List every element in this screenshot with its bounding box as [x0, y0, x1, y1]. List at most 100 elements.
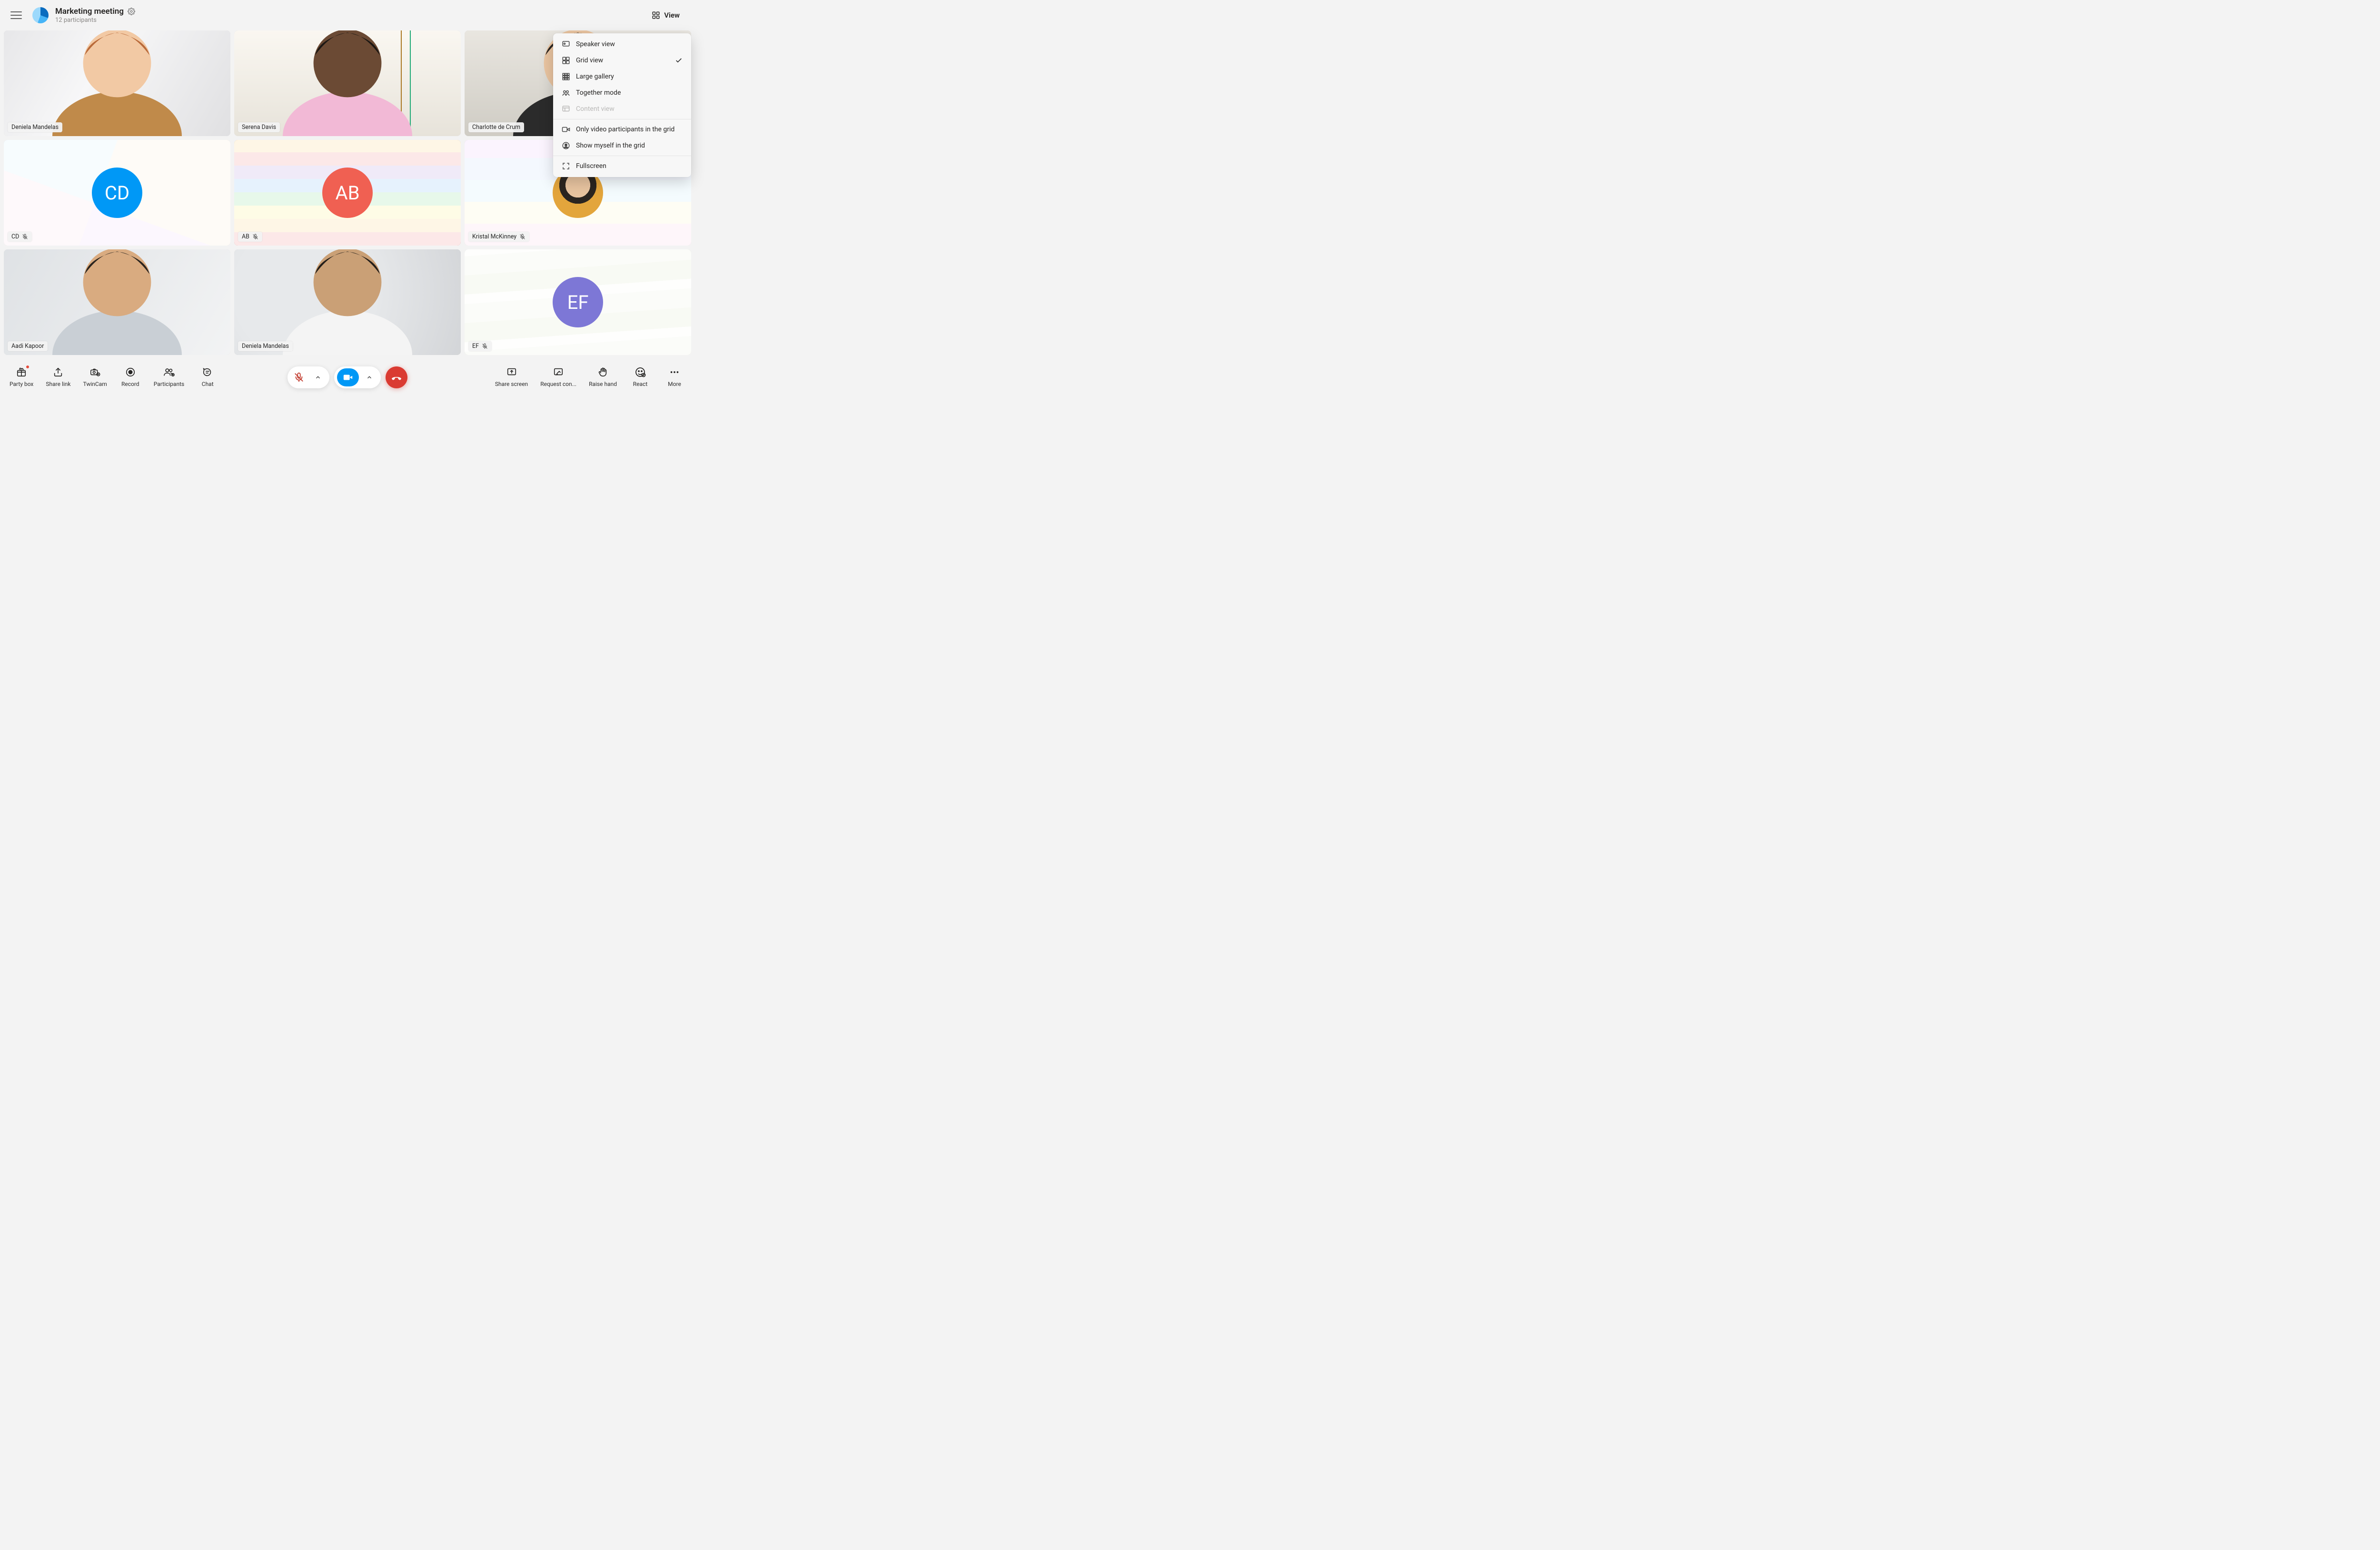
share-link-button[interactable]: Share link [46, 366, 70, 387]
view-menu-video-only[interactable]: Only video participants in the grid [553, 121, 691, 138]
participant-count: 12 participants [55, 17, 135, 24]
participant-name: Serena Davis [242, 124, 276, 131]
camera-toggle-button[interactable] [337, 368, 359, 386]
avatar-initials: EF [553, 277, 603, 327]
twincam-label: TwinCam [83, 381, 107, 387]
participants-button[interactable]: Participants [154, 366, 184, 387]
participant-name-label: Kristal McKinney [468, 232, 529, 242]
view-button-label: View [664, 11, 680, 20]
mic-off-icon [252, 234, 258, 240]
participant-tile[interactable]: Deniela Mandelas [234, 249, 461, 355]
view-menu-speaker[interactable]: Speaker view [553, 36, 691, 52]
content-icon [562, 105, 570, 113]
party-box-button[interactable]: Party box [10, 366, 33, 387]
view-menu-label: Large gallery [576, 73, 614, 80]
view-menu-large[interactable]: Large gallery [553, 69, 691, 85]
participant-name: CD [11, 233, 19, 240]
mic-control [288, 366, 329, 388]
share-screen-icon [506, 366, 518, 378]
react-icon [634, 366, 646, 378]
view-button[interactable]: View [647, 8, 684, 22]
twincam-icon [89, 366, 101, 378]
share-link-label: Share link [46, 381, 70, 387]
app-logo [32, 7, 49, 23]
share-screen-label: Share screen [495, 381, 528, 387]
call-controls [288, 366, 407, 388]
view-menu-label: Fullscreen [576, 162, 606, 170]
participant-tile[interactable]: EF EF [465, 249, 691, 355]
self-icon [562, 141, 570, 150]
react-button[interactable]: React [629, 366, 651, 387]
more-icon [668, 366, 681, 378]
view-menu-content: Content view [553, 101, 691, 117]
request-control-label: Request con... [540, 381, 576, 387]
party-box-label: Party box [10, 381, 33, 387]
view-menu-self[interactable]: Show myself in the grid [553, 138, 691, 154]
mic-off-icon [482, 343, 488, 349]
view-menu-label: Content view [576, 105, 615, 113]
share-screen-button[interactable]: Share screen [495, 366, 528, 387]
more-label: More [668, 381, 681, 387]
mic-off-icon [22, 234, 28, 240]
participant-name: EF [472, 343, 479, 350]
participant-name-label: Aadi Kapoor [8, 341, 48, 351]
raise-hand-label: Raise hand [589, 381, 617, 387]
participant-tile[interactable]: Aadi Kapoor [4, 249, 230, 355]
participant-name-label: Charlotte de Crum [468, 122, 524, 132]
view-menu-grid[interactable]: Grid view [553, 52, 691, 69]
request-control-button[interactable]: Request con... [540, 366, 576, 387]
chat-label: Chat [202, 381, 214, 387]
notification-dot [25, 365, 30, 369]
participants-icon [163, 366, 175, 378]
party-box-icon [15, 366, 28, 378]
participant-tile[interactable]: CD CD [4, 140, 230, 246]
chat-button[interactable]: Chat [197, 366, 218, 387]
request-control-icon [552, 366, 565, 378]
gear-icon[interactable] [128, 8, 135, 15]
record-button[interactable]: Record [119, 366, 141, 387]
chat-icon [201, 366, 214, 378]
view-menu-together[interactable]: Together mode [553, 85, 691, 101]
participant-name: Charlotte de Crum [472, 124, 520, 131]
participants-label: Participants [154, 381, 184, 387]
participant-name-label: CD [8, 232, 32, 242]
together-icon [562, 89, 570, 97]
record-label: Record [121, 381, 139, 387]
twincam-button[interactable]: TwinCam [83, 366, 107, 387]
react-label: React [633, 381, 648, 387]
grid-icon [562, 56, 570, 65]
participant-tile[interactable]: Serena Davis [234, 30, 461, 136]
fullscreen-icon [562, 162, 570, 170]
participant-name-label: EF [468, 341, 492, 351]
participant-name-label: Deniela Mandelas [238, 341, 293, 351]
meeting-title: Marketing meeting [55, 7, 124, 16]
raise-hand-icon [597, 366, 609, 378]
participant-name: AB [242, 233, 249, 240]
camera-options-button[interactable] [360, 366, 379, 388]
participant-tile[interactable]: AB AB [234, 140, 461, 246]
topbar: Marketing meeting 12 participants View [0, 0, 695, 30]
view-menu-label: Only video participants in the grid [576, 126, 674, 133]
hamburger-button[interactable] [10, 10, 22, 21]
participant-name: Aadi Kapoor [11, 343, 44, 350]
view-menu-label: Show myself in the grid [576, 142, 645, 149]
avatar-initials: CD [92, 168, 142, 218]
participant-name-label: AB [238, 232, 262, 242]
grid-icon [652, 11, 660, 20]
meeting-heading: Marketing meeting 12 participants [55, 7, 135, 24]
camera-control [334, 366, 381, 388]
view-menu-fullscreen[interactable]: Fullscreen [553, 158, 691, 174]
mic-options-button[interactable] [308, 366, 327, 388]
hang-up-button[interactable] [386, 366, 407, 388]
video-only-icon [562, 125, 570, 134]
speaker-icon [562, 40, 570, 49]
view-menu-label: Together mode [576, 89, 621, 97]
view-menu-label: Speaker view [576, 40, 615, 48]
participant-name: Deniela Mandelas [242, 343, 289, 350]
raise-hand-button[interactable]: Raise hand [589, 366, 617, 387]
more-button[interactable]: More [664, 366, 685, 387]
bottombar-right-group: Share screen Request con... Raise hand R… [495, 366, 685, 387]
mic-off-icon [519, 234, 526, 240]
mic-toggle-button[interactable] [289, 366, 308, 388]
participant-tile[interactable]: Deniela Mandelas [4, 30, 230, 136]
